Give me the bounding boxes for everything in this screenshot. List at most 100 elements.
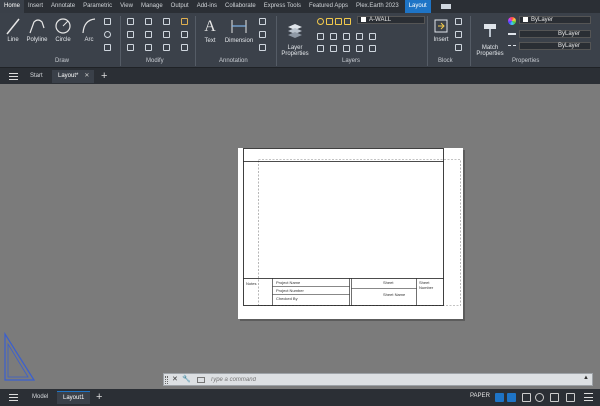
dimension-button[interactable]: Dimension xyxy=(222,16,256,44)
tab-layout-file[interactable]: Layout* ✕ xyxy=(52,70,95,83)
tab-manage[interactable]: Manage xyxy=(137,0,167,13)
layer-properties-label: Layer Properties xyxy=(281,45,309,57)
rectangle-icon[interactable] xyxy=(104,18,111,25)
layout-tab-label: Layout* xyxy=(58,73,79,79)
panel-divider xyxy=(276,16,277,66)
scale-icon[interactable] xyxy=(145,44,152,51)
ortho-icon[interactable] xyxy=(522,393,531,402)
leader-icon[interactable] xyxy=(259,18,266,25)
tab-collaborate[interactable]: Collaborate xyxy=(221,0,260,13)
array-icon[interactable] xyxy=(163,44,170,51)
line-button[interactable]: Line xyxy=(4,16,22,43)
layer-tool-icon[interactable] xyxy=(369,45,376,52)
tab-layout[interactable]: Layout xyxy=(404,0,431,13)
gradient-icon[interactable] xyxy=(104,44,111,51)
table-icon[interactable] xyxy=(259,31,266,38)
paper-space-toggle[interactable]: PAPER xyxy=(470,393,490,399)
command-line[interactable]: ✕ 🔧 ▲ xyxy=(163,373,593,386)
edit-block-icon[interactable] xyxy=(455,31,462,38)
osnap-icon[interactable] xyxy=(550,393,559,402)
text-icon: A xyxy=(204,18,216,35)
command-history-arrow-icon[interactable]: ▲ xyxy=(583,375,589,381)
tab-insert[interactable]: Insert xyxy=(24,0,47,13)
polyline-button[interactable]: Polyline xyxy=(24,16,50,43)
arc-button[interactable]: Arc xyxy=(80,16,98,43)
rotate-icon[interactable] xyxy=(145,18,152,25)
layer-tool-icon[interactable] xyxy=(343,45,350,52)
sun-icon[interactable] xyxy=(326,18,333,25)
modify-panel-label: Modify xyxy=(146,58,164,64)
explode-icon[interactable] xyxy=(181,31,188,38)
hatch-icon[interactable] xyxy=(104,31,111,38)
sheet-name-label: Sheet Name xyxy=(383,292,406,297)
tab-add-ins[interactable]: Add-ins xyxy=(193,0,221,13)
stretch-icon[interactable] xyxy=(127,44,134,51)
color-swatch xyxy=(523,17,528,22)
block-attribute-icon[interactable] xyxy=(455,44,462,51)
hamburger-menu-icon[interactable] xyxy=(9,73,18,80)
layer-tool-icon[interactable] xyxy=(330,45,337,52)
linetype-dropdown[interactable]: ByLayer xyxy=(519,42,591,50)
layer-tool-icon[interactable] xyxy=(356,45,363,52)
trim-icon[interactable] xyxy=(163,18,170,25)
move-icon[interactable] xyxy=(127,18,134,25)
lineweight-display-icon[interactable] xyxy=(566,393,575,402)
color-wheel-icon[interactable] xyxy=(508,17,516,25)
bulb-icon[interactable] xyxy=(317,18,324,25)
block-panel-label: Block xyxy=(438,58,453,64)
color-value: ByLayer xyxy=(531,17,554,24)
erase-icon[interactable] xyxy=(181,18,188,25)
print-icon[interactable] xyxy=(344,18,351,25)
circle-button[interactable]: Circle xyxy=(53,16,73,43)
color-dropdown[interactable]: ByLayer xyxy=(519,16,591,24)
tab-home[interactable]: Home xyxy=(0,0,25,13)
copy-icon[interactable] xyxy=(127,31,134,38)
tab-start[interactable]: Start xyxy=(24,70,49,83)
line-icon xyxy=(6,18,20,35)
tab-express-tools[interactable]: Express Tools xyxy=(260,0,305,13)
customize-wrench-icon[interactable]: 🔧 xyxy=(182,375,191,383)
layer-tool-icon[interactable] xyxy=(317,33,324,40)
create-block-icon[interactable] xyxy=(455,18,462,25)
layout-paper-sheet[interactable]: Notes Project Name Project Number Checke… xyxy=(238,148,463,319)
add-layout-icon[interactable]: + xyxy=(96,391,102,404)
current-layer-dropdown[interactable]: A-WALL xyxy=(357,16,425,24)
tab-model[interactable]: Model xyxy=(26,391,54,404)
panel-divider xyxy=(195,16,196,66)
tab-annotate[interactable]: Annotate xyxy=(47,0,79,13)
tab-plex-earth[interactable]: Plex.Earth 2023 xyxy=(352,0,403,13)
tab-parametric[interactable]: Parametric xyxy=(79,0,116,13)
insert-button[interactable]: Insert xyxy=(430,16,452,43)
close-command-icon[interactable]: ✕ xyxy=(172,375,178,383)
layout-menu-icon[interactable] xyxy=(9,394,18,401)
text-button[interactable]: A Text xyxy=(200,16,220,44)
new-tab-icon[interactable]: + xyxy=(101,70,107,83)
command-grip-icon[interactable] xyxy=(165,376,168,384)
grid-icon[interactable] xyxy=(495,393,504,402)
lineweight-dropdown[interactable]: ByLayer xyxy=(519,30,591,38)
workspace-toggle-icon[interactable] xyxy=(440,4,451,9)
command-input[interactable] xyxy=(210,375,580,385)
layer-properties-button[interactable]: Layer Properties xyxy=(280,16,310,57)
layer-tool-icon[interactable] xyxy=(330,33,337,40)
layer-tool-icon[interactable] xyxy=(356,33,363,40)
polar-icon[interactable] xyxy=(535,393,544,402)
offset-icon[interactable] xyxy=(181,44,188,51)
snap-icon[interactable] xyxy=(507,393,516,402)
layer-tool-icon[interactable] xyxy=(343,33,350,40)
lineweight-icon xyxy=(508,33,516,36)
markup-icon[interactable] xyxy=(259,44,266,51)
mirror-icon[interactable] xyxy=(145,31,152,38)
layer-tool-icon[interactable] xyxy=(317,45,324,52)
match-properties-button[interactable]: Match Properties xyxy=(474,16,506,57)
tab-layout1[interactable]: Layout1 xyxy=(57,391,91,404)
tab-featured-apps[interactable]: Featured Apps xyxy=(305,0,352,13)
tab-view[interactable]: View xyxy=(116,0,137,13)
customize-status-icon[interactable] xyxy=(584,393,593,401)
lock-icon[interactable] xyxy=(335,18,342,25)
lineweight-value: ByLayer xyxy=(557,31,580,37)
tab-output[interactable]: Output xyxy=(167,0,193,13)
layer-tool-icon[interactable] xyxy=(369,33,376,40)
close-tab-icon[interactable]: ✕ xyxy=(84,70,89,83)
fillet-icon[interactable] xyxy=(163,31,170,38)
